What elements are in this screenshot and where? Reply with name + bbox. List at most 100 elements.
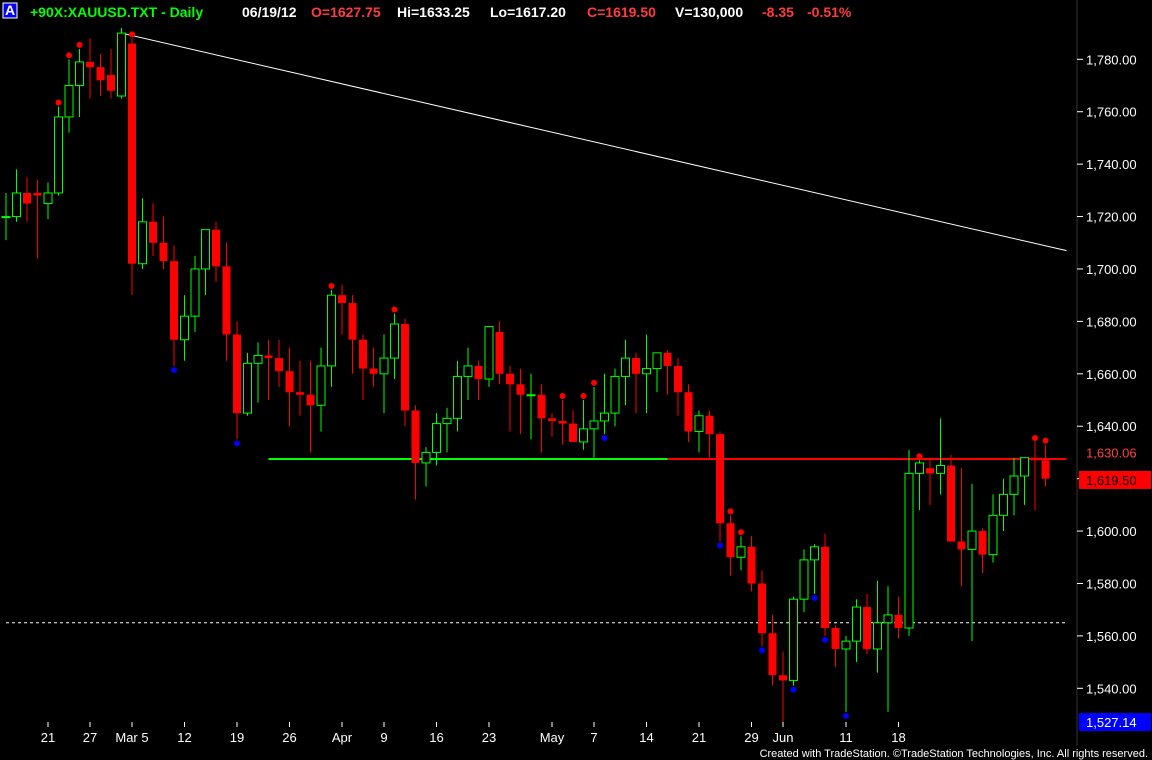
x-tick-label: 12 [177, 730, 191, 745]
candle-body [190, 268, 200, 317]
candle-body [96, 67, 105, 81]
candle-body [506, 373, 514, 385]
x-tick-label: 18 [891, 730, 905, 745]
candle-body [873, 622, 882, 650]
price-chart[interactable]: A +90X:XAUUSD.TXT - Daily 06/19/12 O=162… [0, 0, 1152, 760]
candle-body [474, 365, 483, 380]
candle-body [537, 394, 546, 419]
candle-body [33, 192, 42, 196]
chart-background [0, 0, 1152, 760]
swing-low-dot [822, 636, 828, 643]
y-tick-label: 1,740.00 [1086, 157, 1137, 172]
candle-body [674, 365, 682, 393]
x-tick-label: 26 [282, 730, 296, 745]
badge-letter: A [5, 2, 15, 18]
candle-body [684, 392, 693, 432]
swing-low-dot [843, 712, 849, 719]
candle-body [1031, 457, 1039, 461]
candle-body [957, 541, 966, 550]
candle-body [107, 75, 115, 91]
candle-body [652, 352, 662, 370]
candle-body [484, 326, 494, 380]
candle-body [411, 410, 420, 463]
candle-body [75, 61, 84, 87]
symbol-title: +90X:XAUUSD.TXT - Daily [30, 4, 203, 20]
candle-body [117, 32, 126, 97]
candle-body [316, 365, 326, 406]
candle-body [904, 472, 914, 629]
swing-low-dot [601, 435, 608, 442]
x-tick-label: Jun [773, 730, 794, 745]
swing-high-dot [129, 31, 135, 38]
swing-high-dot [727, 508, 734, 515]
header-change: -8.35 [762, 4, 794, 20]
candle-body [852, 606, 861, 642]
candle-body [894, 614, 903, 629]
candle-body [201, 229, 210, 270]
x-tick-label: 23 [482, 730, 496, 745]
footer-credit: Created with TradeStation. ©TradeStation… [760, 748, 1148, 760]
y-tick-label: 1,540.00 [1086, 681, 1137, 696]
swing-low-dot [171, 366, 177, 373]
candle-body [789, 598, 798, 681]
swing-low-dot [811, 594, 818, 601]
x-tick-label: 9 [380, 730, 387, 745]
x-tick-label: 21 [692, 730, 706, 745]
candle-body [463, 365, 473, 377]
candle-body [12, 192, 21, 218]
candle-body [159, 242, 168, 262]
header-high: Hi=1633.25 [397, 4, 470, 20]
candle-body [831, 628, 840, 649]
swing-high-dot [738, 529, 744, 536]
candle-body [936, 465, 945, 474]
candle-body [432, 423, 441, 453]
candle-body [180, 315, 189, 341]
y-tick-label: 1,720.00 [1086, 210, 1137, 225]
candle-body [359, 339, 367, 369]
candle-body [716, 434, 724, 524]
candle-body [275, 358, 283, 372]
y-tick-label: 1,560.00 [1086, 629, 1137, 644]
header-change-pct: -0.51% [807, 4, 852, 20]
candle-body [569, 423, 577, 442]
swing-high-dot [76, 41, 83, 48]
candle-body [642, 368, 651, 375]
candle-body [883, 614, 893, 624]
candle-body [558, 420, 567, 424]
candle-body [233, 334, 241, 414]
candle-body [338, 295, 346, 304]
candle-body [663, 352, 672, 366]
candle-body [600, 412, 609, 422]
y-tick-label: 1,580.00 [1086, 576, 1137, 591]
candle-body [841, 640, 851, 650]
candle-body [726, 523, 735, 558]
swing-high-dot [591, 379, 597, 386]
swing-low-dot [790, 686, 797, 693]
x-tick-label: Mar 5 [115, 730, 148, 745]
candle-body [442, 417, 452, 425]
header-volume: V=130,000 [675, 4, 743, 20]
candle-body [988, 514, 998, 556]
candle-body [64, 85, 74, 118]
swing-low-dot [759, 647, 765, 654]
candle-body [128, 43, 136, 264]
low-label: 1,527.14 [1086, 715, 1137, 730]
candle-body [453, 375, 462, 419]
y-tick-label: 1,780.00 [1086, 52, 1137, 67]
swing-low-dot [234, 440, 240, 447]
candle-body [768, 633, 777, 676]
swing-high-dot [1032, 434, 1038, 441]
x-tick-label: 16 [429, 730, 443, 745]
candle-body [1009, 475, 1019, 495]
candle-body [978, 531, 987, 555]
candle-body [694, 415, 704, 432]
candle-body [379, 357, 389, 375]
swing-high-dot [1042, 437, 1049, 444]
candle-body [54, 116, 63, 194]
candle-body [390, 323, 399, 359]
candle-body [243, 362, 252, 414]
candle-body [915, 462, 924, 474]
header-low: Lo=1617.20 [490, 4, 566, 20]
chart-header: A +90X:XAUUSD.TXT - Daily 06/19/12 O=162… [2, 2, 852, 20]
swing-high-dot [391, 306, 398, 313]
